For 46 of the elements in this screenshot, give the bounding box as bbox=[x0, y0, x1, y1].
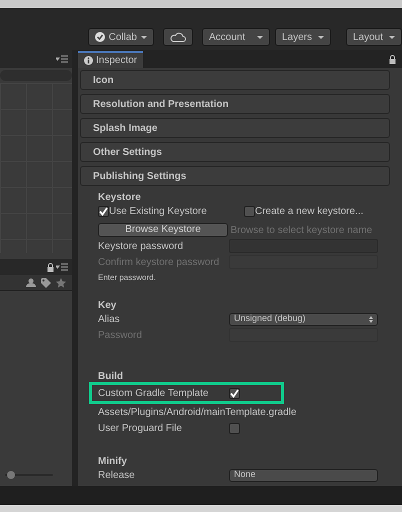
field-label: Custom Gradle Template bbox=[98, 386, 210, 400]
stepper-arrows-icon bbox=[369, 316, 373, 322]
field-label: Alias bbox=[98, 312, 121, 326]
section-header[interactable]: Other Settings bbox=[80, 142, 390, 162]
field-label: Keystore password bbox=[98, 240, 184, 254]
section-header[interactable]: Resolution and Presentation bbox=[80, 94, 390, 114]
slider-thumb[interactable] bbox=[7, 471, 15, 479]
star-icon[interactable] bbox=[56, 278, 66, 288]
alias-dropdown[interactable]: Unsigned (debug) bbox=[229, 312, 378, 326]
info-icon bbox=[84, 56, 93, 65]
checkbox-label: Create a new keystore... bbox=[255, 204, 364, 218]
person-icon[interactable] bbox=[26, 278, 36, 287]
inspector-tab[interactable]: Inspector bbox=[78, 51, 144, 68]
checkbox[interactable] bbox=[229, 422, 240, 434]
dropdown-button[interactable]: Account bbox=[202, 28, 270, 46]
file-path: Assets/Plugins/Android/mainTemplate.gradle bbox=[98, 406, 296, 420]
message-text: Enter password. bbox=[98, 272, 157, 284]
section-header[interactable]: Publishing Settings bbox=[80, 166, 390, 186]
lock-icon[interactable] bbox=[46, 262, 54, 272]
checkbox[interactable] bbox=[244, 206, 255, 216]
section-heading: Key bbox=[98, 299, 118, 311]
section-heading: Build bbox=[98, 370, 124, 382]
lock-icon[interactable] bbox=[389, 55, 396, 64]
collab-button[interactable]: Collab bbox=[88, 28, 154, 46]
dropdown-button[interactable]: Layout bbox=[346, 28, 402, 46]
hint-text: Browse to select keystore name bbox=[230, 224, 372, 238]
section-heading: Minify bbox=[98, 455, 128, 467]
field-label: Confirm keystore password bbox=[98, 256, 220, 270]
release-dropdown[interactable]: None bbox=[229, 468, 378, 482]
menu-icon[interactable] bbox=[56, 263, 68, 271]
field-label: Release bbox=[98, 468, 136, 482]
checkbox[interactable] bbox=[229, 388, 240, 398]
field-label: User Proguard File bbox=[98, 422, 183, 436]
browse-button[interactable]: Browse Keystore bbox=[98, 223, 228, 237]
checkbox[interactable] bbox=[98, 206, 109, 216]
cloud-button[interactable] bbox=[163, 28, 193, 46]
section-header[interactable]: Splash Image bbox=[80, 118, 390, 138]
checkbox-label: Use Existing Keystore bbox=[109, 204, 207, 218]
cloud-icon bbox=[170, 32, 186, 42]
tag-icon[interactable] bbox=[41, 278, 51, 288]
dropdown-button[interactable]: Layers bbox=[275, 28, 331, 46]
field-label: Password bbox=[98, 328, 143, 342]
menu-icon[interactable] bbox=[56, 55, 68, 63]
check-icon bbox=[94, 32, 105, 42]
section-heading: Keystore bbox=[98, 191, 142, 203]
section-header[interactable]: Icon bbox=[80, 70, 390, 90]
